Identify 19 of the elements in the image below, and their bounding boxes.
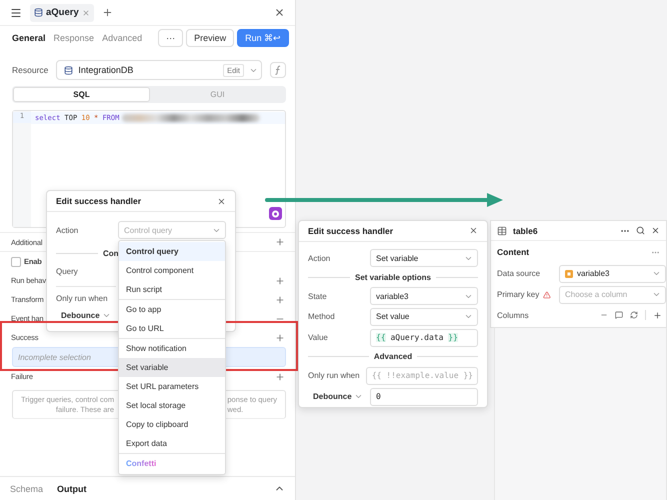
field-label: State — [308, 292, 328, 301]
field-label: Value — [308, 333, 329, 342]
field-label: Only run when — [56, 294, 109, 302]
section-title: Content — [497, 247, 530, 257]
field-label: Data source — [497, 269, 540, 278]
resource-label: Resource — [12, 65, 48, 75]
section-title: Set variable options — [354, 272, 432, 282]
panel-title: table6 — [513, 226, 538, 236]
field-label: Action — [308, 254, 332, 263]
field-label: Only run when — [308, 371, 360, 380]
popup-title: Edit success handler — [56, 196, 142, 206]
field-label: Columns — [497, 310, 529, 320]
field-label: Primary key — [497, 290, 540, 299]
field-label: Action — [56, 226, 80, 234]
popup-title: Edit success handler — [308, 226, 394, 236]
section-title: Con — [103, 248, 119, 258]
field-label: Query — [56, 266, 79, 276]
field-label: Method — [308, 312, 336, 322]
section-title: Advanced — [374, 352, 412, 362]
